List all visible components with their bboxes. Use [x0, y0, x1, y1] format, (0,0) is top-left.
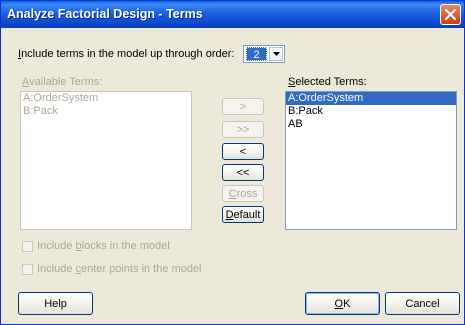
order-dropdown[interactable]: 2 [243, 45, 285, 63]
title-bar[interactable]: Analyze Factorial Design - Terms [1, 1, 464, 28]
close-button[interactable] [440, 4, 461, 25]
cancel-button[interactable]: Cancel [385, 292, 460, 315]
list-item[interactable]: B:Pack [286, 105, 456, 118]
default-button[interactable]: Default [222, 206, 264, 223]
remove-button[interactable]: < [222, 143, 264, 160]
order-label: Include terms in the model up through or… [18, 48, 235, 60]
window-title: Analyze Factorial Design - Terms [7, 7, 203, 21]
available-terms-label: Available Terms: [22, 76, 103, 88]
list-item[interactable]: B:Pack [21, 105, 191, 118]
ok-button[interactable]: OK [305, 292, 380, 315]
close-icon [445, 9, 456, 20]
include-blocks-label: Include blocks in the model [37, 240, 170, 252]
available-terms-list[interactable]: A:OrderSystem B:Pack [20, 91, 192, 230]
help-button[interactable]: Help [18, 292, 93, 315]
selected-terms-list[interactable]: A:OrderSystem B:Pack AB [285, 91, 457, 230]
list-item[interactable]: AB [286, 118, 456, 131]
cross-button[interactable]: Cross [222, 185, 264, 202]
selected-terms-label: Selected Terms: [288, 76, 367, 88]
add-button[interactable]: > [222, 98, 264, 115]
add-all-button[interactable]: >> [222, 121, 264, 138]
include-center-points-label: Include center points in the model [37, 263, 202, 275]
remove-all-button[interactable]: << [222, 164, 264, 181]
list-item[interactable]: A:OrderSystem [21, 92, 191, 105]
dropdown-arrow-button[interactable] [269, 47, 283, 61]
chevron-down-icon [272, 52, 280, 56]
include-center-points-checkbox[interactable] [22, 264, 33, 275]
order-value: 2 [246, 47, 267, 61]
list-item[interactable]: A:OrderSystem [286, 92, 456, 105]
include-blocks-checkbox[interactable] [22, 241, 33, 252]
dialog-window: Analyze Factorial Design - Terms Include… [0, 0, 465, 325]
